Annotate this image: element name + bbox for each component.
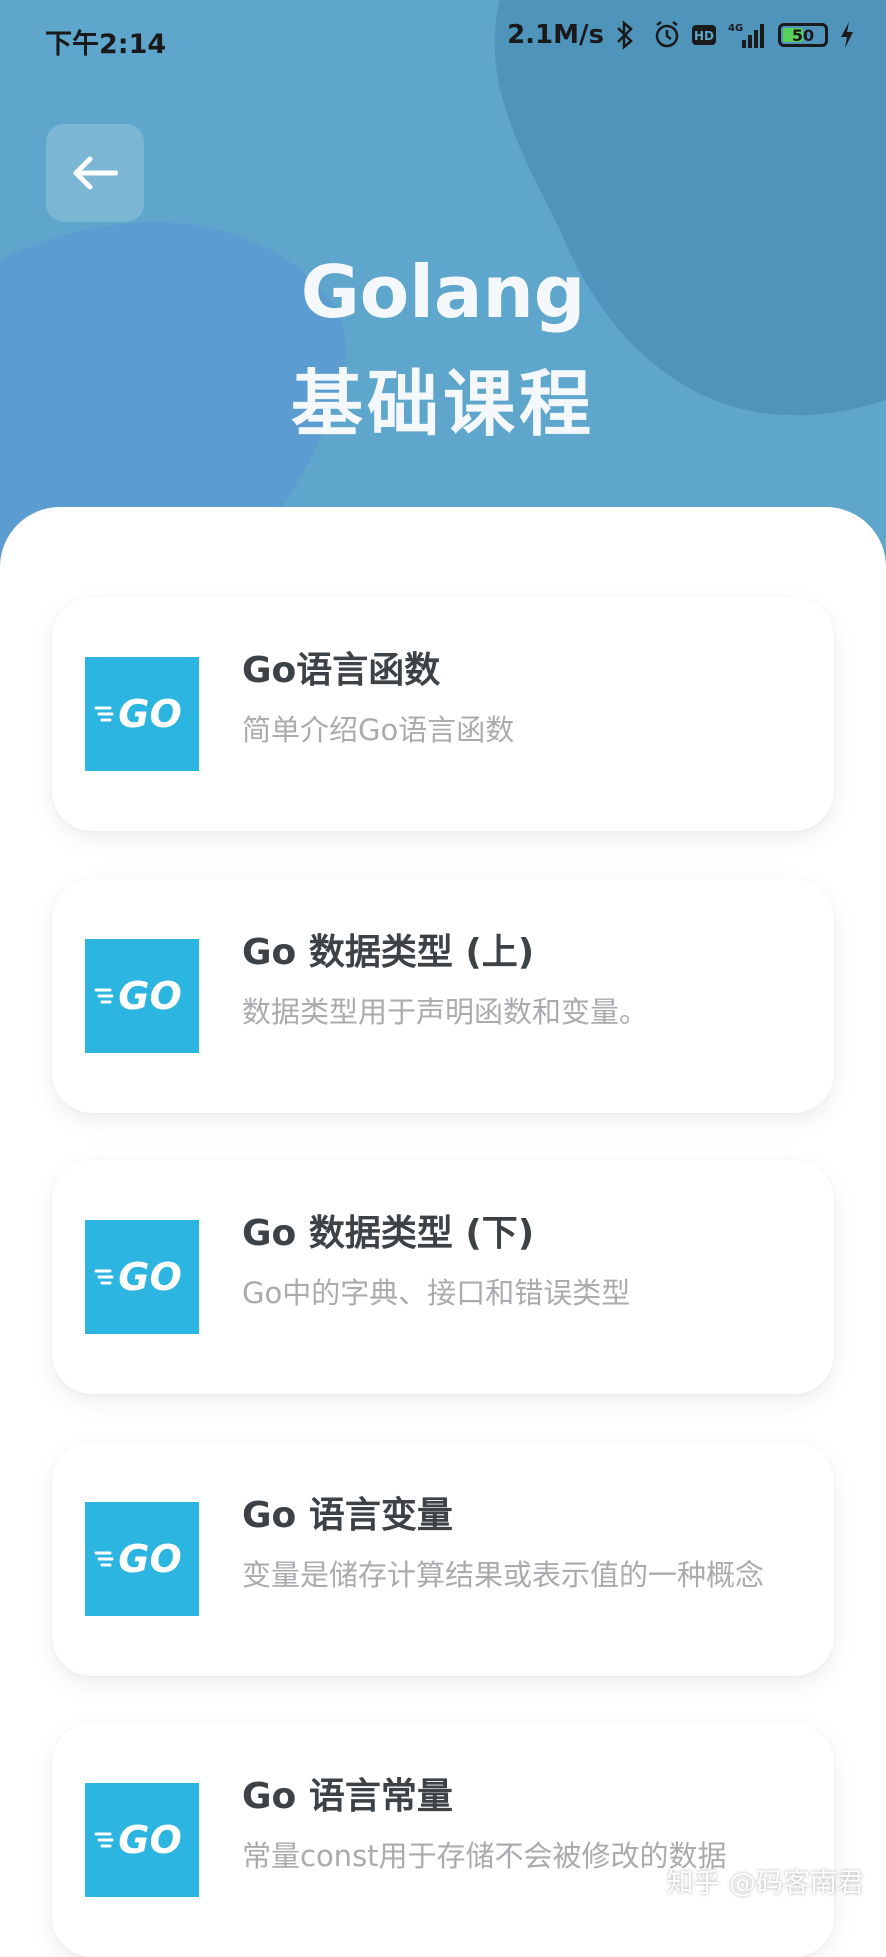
status-bar: 下午2:14 2.1M/s HD 4G 50 <box>0 0 886 80</box>
page-title-line2: 基础课程 <box>290 362 595 446</box>
svg-text:GO: GO <box>118 976 182 1016</box>
course-title: Go 数据类型 (下) <box>242 1213 535 1254</box>
course-description: 数据类型用于声明函数和变量。 <box>242 995 649 1029</box>
go-logo-icon: GO <box>85 939 199 1053</box>
course-description: Go中的字典、接口和错误类型 <box>242 1276 631 1310</box>
charging-icon <box>838 20 856 50</box>
course-title: Go语言函数 <box>242 650 441 691</box>
svg-text:GO: GO <box>118 1539 182 1579</box>
go-logo-icon: GO <box>85 1502 199 1616</box>
go-logo-icon: GO <box>85 657 199 771</box>
course-title: Go 语言常量 <box>242 1776 453 1817</box>
svg-text:GO: GO <box>118 694 182 734</box>
page-title-line1: Golang <box>300 250 586 334</box>
battery-icon: 50 <box>778 23 828 47</box>
svg-text:4G: 4G <box>728 23 743 34</box>
svg-text:GO: GO <box>118 1257 182 1297</box>
signal-4g-icon: 4G <box>728 20 768 50</box>
svg-text:HD: HD <box>694 29 714 43</box>
arrow-left-icon <box>73 156 118 190</box>
watermark: 知乎 @码客南君 <box>666 1868 864 1899</box>
battery-level: 50 <box>791 25 815 45</box>
course-card-variables[interactable]: GO Go 语言变量 变量是储存计算结果或表示值的一种概念 <box>52 1442 834 1676</box>
course-card-data-types-2[interactable]: GO Go 数据类型 (下) Go中的字典、接口和错误类型 <box>52 1160 834 1394</box>
course-title: Go 数据类型 (上) <box>242 932 535 973</box>
svg-text:GO: GO <box>118 1820 182 1860</box>
course-card-functions[interactable]: GO Go语言函数 简单介绍Go语言函数 <box>52 597 834 831</box>
network-speed: 2.1M/s <box>507 20 604 50</box>
hd-icon: HD <box>690 20 718 50</box>
go-logo-icon: GO <box>85 1220 199 1334</box>
bluetooth-icon <box>614 20 642 50</box>
back-button[interactable] <box>46 124 144 222</box>
status-time: 下午2:14 <box>45 29 167 60</box>
course-title: Go 语言变量 <box>242 1495 453 1536</box>
course-card-data-types-1[interactable]: GO Go 数据类型 (上) 数据类型用于声明函数和变量。 <box>52 879 834 1113</box>
go-logo-icon: GO <box>85 1783 199 1897</box>
alarm-icon <box>652 20 680 50</box>
status-icons: 2.1M/s HD 4G 50 <box>507 20 856 50</box>
course-description: 变量是储存计算结果或表示值的一种概念 <box>242 1558 765 1592</box>
course-description: 简单介绍Go语言函数 <box>242 713 515 747</box>
course-card-constants[interactable]: GO Go 语言常量 常量const用于存储不会被修改的数据 <box>52 1723 834 1957</box>
